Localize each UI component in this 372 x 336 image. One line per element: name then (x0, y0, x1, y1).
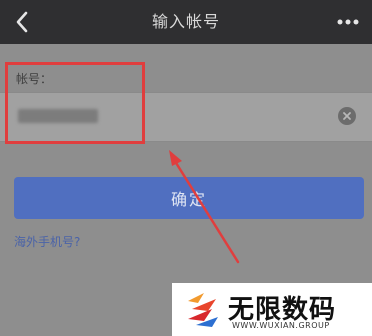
more-button[interactable] (334, 8, 362, 36)
watermark-url: WWW.WUXIAN.GROUP (232, 321, 330, 330)
watermark: 无限数码 WWW.WUXIAN.GROUP (172, 283, 372, 336)
clear-icon (343, 112, 351, 120)
page-title: 输入帐号 (151, 12, 220, 31)
watermark-logo (188, 293, 218, 327)
overseas-phone-link[interactable]: 海外手机号? (14, 233, 80, 250)
confirm-button[interactable]: 确定 (14, 177, 364, 219)
annotation-highlight-box (5, 62, 145, 144)
clear-button[interactable] (338, 107, 356, 125)
more-dots-icon (337, 19, 359, 25)
top-bar: 输入帐号 (0, 0, 372, 44)
